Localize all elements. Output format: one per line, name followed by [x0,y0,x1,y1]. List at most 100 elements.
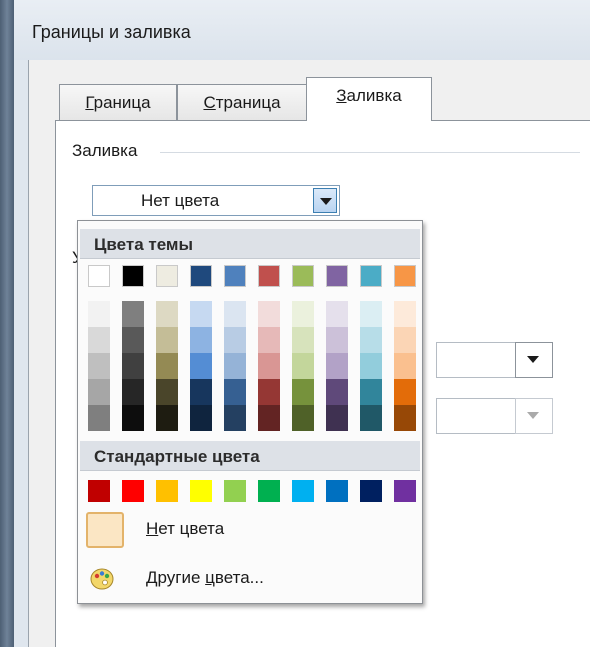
no-color-rest: ет цвета [158,519,225,538]
standard-color-8[interactable] [326,480,348,502]
theme-color-orange-shade-1[interactable] [394,301,416,327]
theme-color-orange-shade-2[interactable] [394,327,416,353]
theme-color-black-shade-2[interactable] [122,327,144,353]
theme-color-olive-green-shade-2[interactable] [292,327,314,353]
theme-color-dark-blue-shade-3[interactable] [190,353,212,379]
standard-color-2[interactable] [122,480,144,502]
background-scrollbar [0,0,14,647]
theme-color-blue[interactable] [224,265,246,287]
more-colors-prefix: Другие [146,568,206,587]
theme-color-dark-blue-shade-5[interactable] [190,405,212,431]
theme-color-purple-shade-3[interactable] [326,353,348,379]
fill-section-label: Заливка [72,141,138,160]
theme-color-black-shade-1[interactable] [122,301,144,327]
theme-color-red-shade-5[interactable] [258,405,280,431]
theme-color-black-shade-4[interactable] [122,379,144,405]
chevron-down-icon [527,412,539,419]
theme-color-aqua[interactable] [360,265,382,287]
more-colors-label: Другие цвета... [146,568,264,588]
no-color-mnemonic: Н [146,519,159,538]
theme-color-white-shade-4[interactable] [88,379,110,405]
theme-color-white[interactable] [88,265,110,287]
standard-color-10[interactable] [394,480,416,502]
theme-color-aqua-shade-3[interactable] [360,353,382,379]
fill-color-value: Нет цвета [141,191,220,210]
theme-color-olive-green-shade-5[interactable] [292,405,314,431]
title-bar[interactable]: Границы и заливка [14,0,590,60]
more-colors-option[interactable]: Другие цвета... [80,561,420,597]
fill-section-divider [160,152,580,153]
theme-color-white-shade-1[interactable] [88,301,110,327]
theme-color-purple-shade-1[interactable] [326,301,348,327]
pattern-color-combo-field [436,398,516,434]
theme-color-dark-blue[interactable] [190,265,212,287]
chevron-down-icon [320,198,332,205]
tab-border-mnemonic: Г [85,93,94,112]
standard-color-5[interactable] [224,480,246,502]
standard-color-9[interactable] [360,480,382,502]
theme-color-aqua-shade-5[interactable] [360,405,382,431]
tab-border[interactable]: Граница [59,84,177,120]
theme-color-tan-shade-3[interactable] [156,353,178,379]
theme-color-tan[interactable] [156,265,178,287]
theme-color-red-shade-4[interactable] [258,379,280,405]
theme-color-purple-shade-5[interactable] [326,405,348,431]
theme-color-white-shade-5[interactable] [88,405,110,431]
theme-color-purple-shade-2[interactable] [326,327,348,353]
theme-color-white-shade-3[interactable] [88,353,110,379]
theme-color-blue-shade-3[interactable] [224,353,246,379]
tab-shading[interactable]: Заливка [306,77,432,121]
theme-color-red[interactable] [258,265,280,287]
theme-color-olive-green-shade-4[interactable] [292,379,314,405]
theme-color-olive-green-shade-3[interactable] [292,353,314,379]
standard-color-7[interactable] [292,480,314,502]
theme-color-tan-shade-1[interactable] [156,301,178,327]
pattern-style-dropdown-button[interactable] [515,342,553,378]
no-color-option[interactable]: Нет цвета [80,508,420,552]
theme-color-red-shade-2[interactable] [258,327,280,353]
standard-color-4[interactable] [190,480,212,502]
theme-color-purple[interactable] [326,265,348,287]
palette-icon [90,568,114,590]
theme-color-blue-shade-2[interactable] [224,327,246,353]
tab-shading-label: аливка [346,86,402,105]
theme-color-orange-shade-4[interactable] [394,379,416,405]
theme-color-aqua-shade-2[interactable] [360,327,382,353]
theme-color-olive-green-shade-1[interactable] [292,301,314,327]
theme-color-olive-green[interactable] [292,265,314,287]
pattern-style-combo-field[interactable] [436,342,516,378]
theme-color-tan-shade-5[interactable] [156,405,178,431]
standard-color-6[interactable] [258,480,280,502]
theme-color-orange-shade-3[interactable] [394,353,416,379]
theme-color-black-shade-3[interactable] [122,353,144,379]
theme-color-black-shade-5[interactable] [122,405,144,431]
theme-color-white-shade-2[interactable] [88,327,110,353]
theme-color-black[interactable] [122,265,144,287]
theme-color-tan-shade-4[interactable] [156,379,178,405]
theme-color-blue-shade-5[interactable] [224,405,246,431]
theme-color-aqua-shade-4[interactable] [360,379,382,405]
more-colors-mnemonic: ц [205,568,215,587]
standard-color-1[interactable] [88,480,110,502]
theme-color-orange-shade-5[interactable] [394,405,416,431]
theme-color-purple-shade-4[interactable] [326,379,348,405]
theme-color-orange[interactable] [394,265,416,287]
theme-color-aqua-shade-1[interactable] [360,301,382,327]
theme-color-red-shade-1[interactable] [258,301,280,327]
tab-page-mnemonic: С [203,93,216,112]
tab-page[interactable]: Страница [177,84,307,120]
no-color-label: Нет цвета [146,519,224,539]
theme-color-tan-shade-2[interactable] [156,327,178,353]
fill-color-dropdown[interactable]: Нет цвета [92,185,340,216]
theme-color-dark-blue-shade-2[interactable] [190,327,212,353]
theme-color-blue-shade-1[interactable] [224,301,246,327]
more-colors-rest: вета... [214,568,264,587]
theme-color-blue-shade-4[interactable] [224,379,246,405]
standard-color-3[interactable] [156,480,178,502]
pattern-color-dropdown-button [515,398,553,434]
theme-color-dark-blue-shade-4[interactable] [190,379,212,405]
fill-dropdown-button[interactable] [313,188,337,213]
theme-color-dark-blue-shade-1[interactable] [190,301,212,327]
color-picker-popup: Цвета темы Стандартные цвета Нет цвета Д… [77,220,423,604]
theme-color-red-shade-3[interactable] [258,353,280,379]
